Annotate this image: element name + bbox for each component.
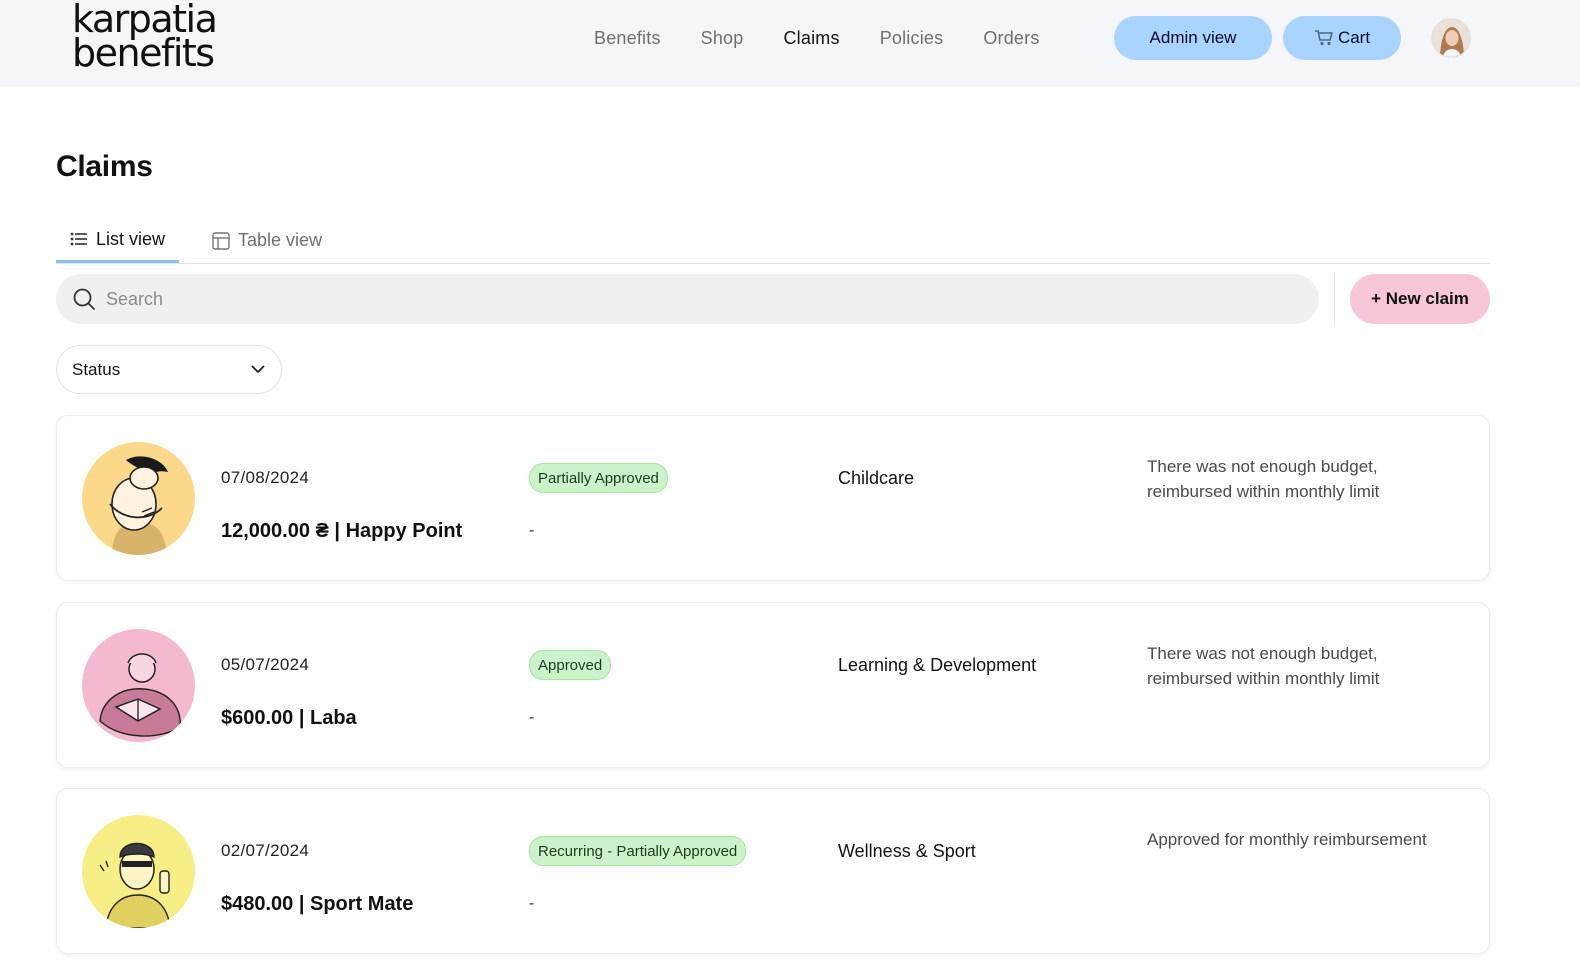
sport-illustration-icon <box>82 815 195 928</box>
cart-icon <box>1314 30 1333 46</box>
claim-date: 05/07/2024 <box>221 655 310 674</box>
table-icon <box>212 231 230 250</box>
brand-line-2: benefits <box>72 31 215 75</box>
new-claim-button[interactable]: + New claim <box>1350 274 1490 324</box>
status-filter-select[interactable]: Status <box>56 345 282 394</box>
tab-table-view[interactable]: Table view <box>212 218 322 263</box>
user-photo-icon <box>1432 19 1470 57</box>
nav-item-policies[interactable]: Policies <box>880 26 944 50</box>
tab-list-view[interactable]: List view <box>56 218 180 263</box>
status-filter-label: Status <box>72 359 121 379</box>
claim-category: Learning & Development <box>838 655 1037 675</box>
claim-note: There was not enough budget, reimbursed … <box>1147 644 1380 688</box>
chevron-down-icon <box>251 365 265 373</box>
main-nav: Benefits Shop Claims Policies Orders <box>594 26 1080 50</box>
claim-card[interactable]: 02/07/2024 $480.00 | Sport Mate Recurrin… <box>56 788 1490 954</box>
claim-detail: - <box>529 522 535 539</box>
claim-date: 07/08/2024 <box>221 468 310 487</box>
status-badge: Partially Approved <box>529 463 668 493</box>
avatar[interactable] <box>1431 18 1471 58</box>
claim-amount-provider: $600.00 | Laba <box>221 707 357 729</box>
claim-detail: - <box>529 709 535 726</box>
nav-item-claims[interactable]: Claims <box>783 26 839 50</box>
nav-item-shop[interactable]: Shop <box>701 26 744 50</box>
tab-list-label: List view <box>96 228 166 249</box>
hug-illustration-icon <box>82 442 195 555</box>
status-badge: Approved <box>529 650 612 680</box>
claim-card[interactable]: 05/07/2024 $600.00 | Laba Approved - Lea… <box>56 602 1490 768</box>
tab-table-label: Table view <box>238 230 323 250</box>
search-bar <box>56 274 1319 324</box>
page-title: Claims <box>56 150 153 183</box>
list-icon <box>70 232 87 246</box>
claim-detail: - <box>529 895 535 912</box>
claim-amount-provider: $480.00 | Sport Mate <box>221 893 414 915</box>
brand-logo[interactable]: karpatia benefits <box>72 0 242 75</box>
admin-view-button[interactable]: Admin view <box>1114 16 1272 60</box>
claim-date: 02/07/2024 <box>221 841 310 860</box>
toolbar-divider <box>1334 272 1335 324</box>
cart-label: Cart <box>1337 28 1371 47</box>
cart-button[interactable]: Cart <box>1283 16 1401 60</box>
view-tabs: List view Table view <box>56 218 1490 264</box>
search-icon <box>73 288 95 310</box>
reading-illustration-icon <box>82 629 195 742</box>
claim-amount-provider: 12,000.00 ₴ | Happy Point <box>221 520 463 542</box>
claim-category: Childcare <box>838 468 915 488</box>
status-badge: Recurring - Partially Approved <box>529 836 747 866</box>
claim-note: There was not enough budget, reimbursed … <box>1147 457 1380 501</box>
claim-note: Approved for monthly reimbursement <box>1147 830 1427 849</box>
nav-item-benefits[interactable]: Benefits <box>594 26 661 50</box>
top-header: karpatia benefits Benefits Shop Claims P… <box>0 0 1580 87</box>
search-input[interactable] <box>106 288 1206 310</box>
claim-category: Wellness & Sport <box>838 841 976 861</box>
nav-item-orders[interactable]: Orders <box>983 26 1039 50</box>
claim-card[interactable]: 07/08/2024 12,000.00 ₴ | Happy Point Par… <box>56 415 1490 581</box>
